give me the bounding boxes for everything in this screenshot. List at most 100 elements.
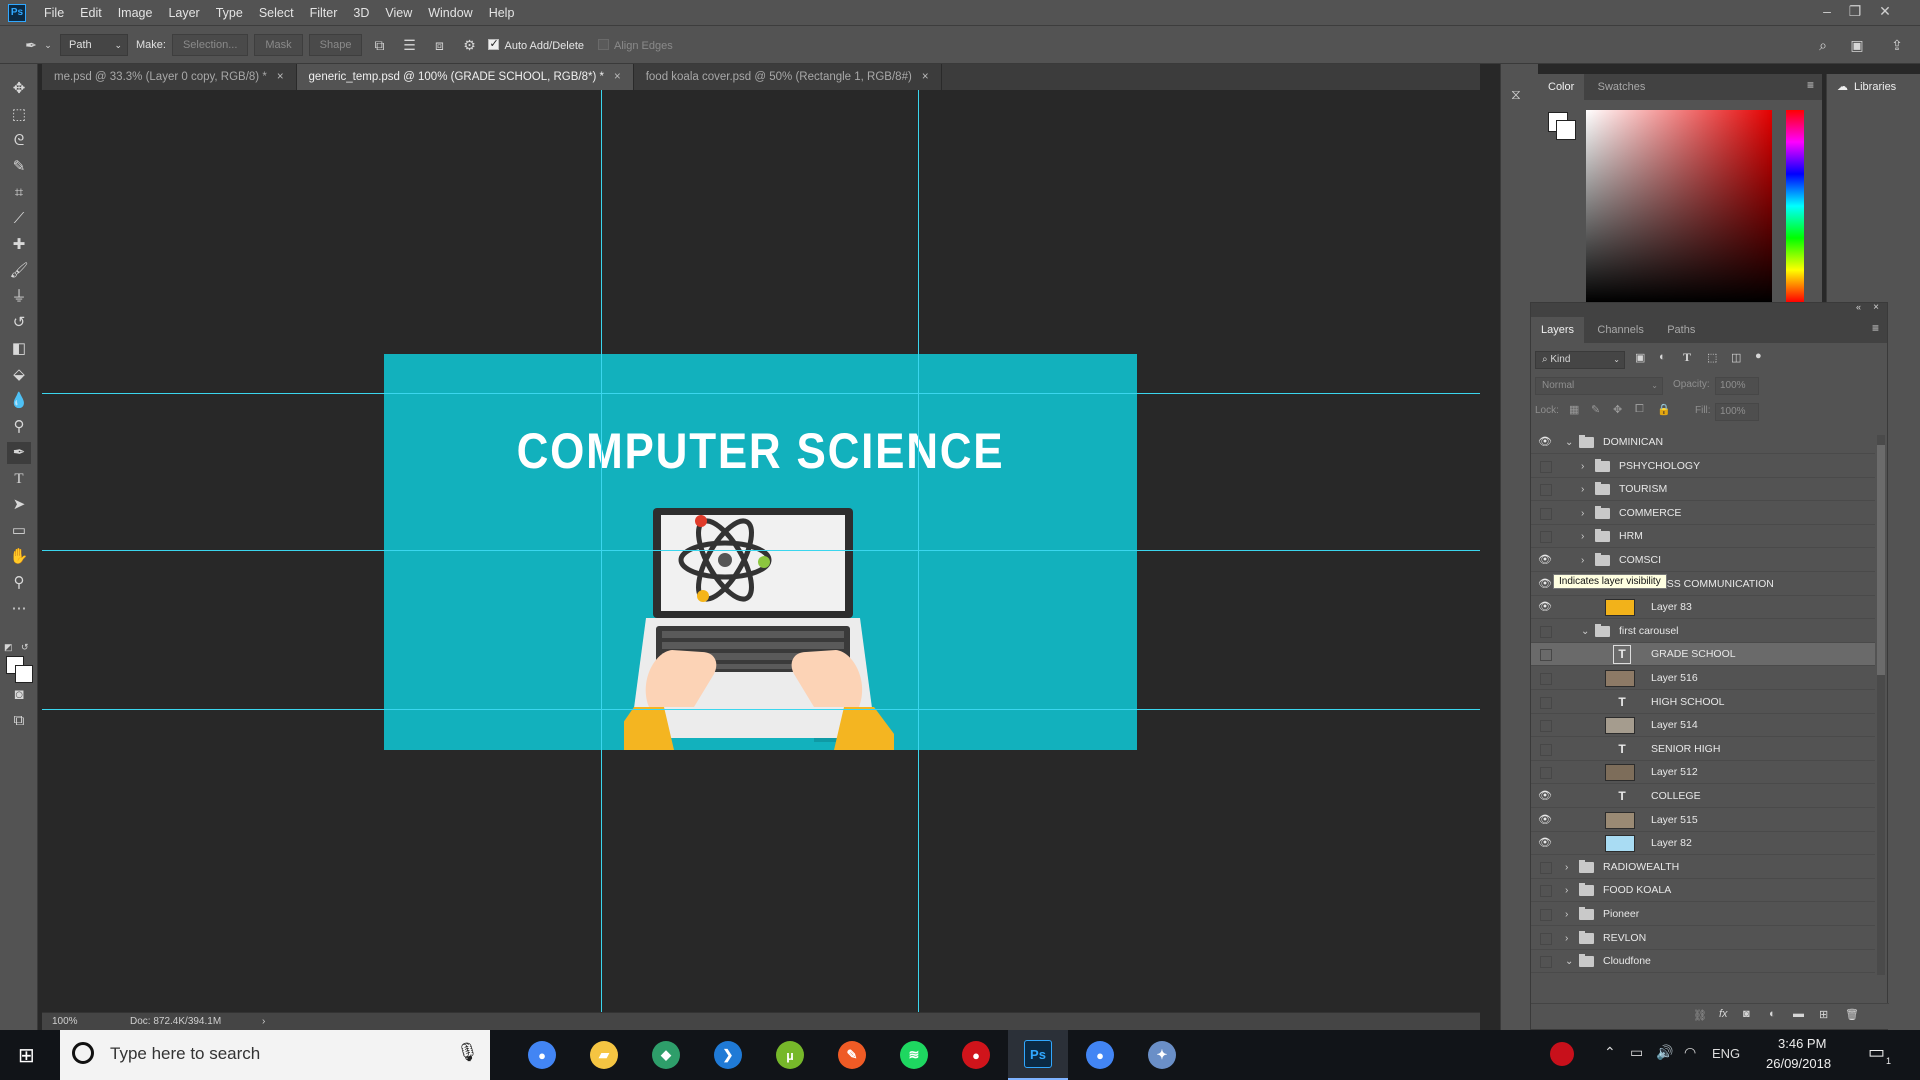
eraser-tool-icon[interactable]: ◧: [7, 338, 31, 360]
new-layer-icon[interactable]: ⊞: [1819, 1008, 1828, 1021]
hue-slider[interactable]: [1786, 110, 1804, 302]
workspace-icon[interactable]: ▣: [1846, 34, 1868, 56]
tab-generic-temp-psd[interactable]: generic_temp.psd @ 100% (GRADE SCHOOL, R…: [296, 64, 634, 90]
chevron-down-icon[interactable]: ⌄: [1565, 950, 1573, 973]
chevron-right-icon[interactable]: ›: [1581, 525, 1584, 548]
filter-type-icon[interactable]: T: [1683, 350, 1691, 365]
taskbar-app-chrome[interactable]: ●: [512, 1030, 572, 1080]
panel-menu-icon[interactable]: ≡: [1807, 78, 1814, 92]
visibility-eye-icon[interactable]: [1537, 879, 1553, 902]
visibility-eye-icon[interactable]: [1537, 761, 1553, 784]
lock-position-icon[interactable]: ✥: [1613, 403, 1622, 416]
tab-me-psd[interactable]: me.psd @ 33.3% (Layer 0 copy, RGB/8) * ×: [42, 64, 297, 90]
visibility-eye-icon[interactable]: [1537, 714, 1553, 737]
path-arrangement-icon[interactable]: ⧈: [428, 34, 450, 56]
chevron-down-icon[interactable]: ⌄: [44, 34, 52, 56]
close-icon[interactable]: ✕: [1872, 0, 1898, 22]
eyedropper-tool-icon[interactable]: ⟋: [7, 208, 31, 230]
layer-row[interactable]: › HRM: [1531, 525, 1875, 549]
chevron-right-icon[interactable]: ›: [1565, 856, 1568, 879]
align-edges-checkbox[interactable]: Align Edges: [598, 38, 673, 52]
close-icon[interactable]: ×: [922, 71, 929, 83]
minimize-icon[interactable]: –: [1814, 0, 1840, 22]
tray-app-icon[interactable]: [1550, 1042, 1574, 1066]
visibility-eye-icon[interactable]: 👁: [1537, 832, 1553, 855]
filter-shape-icon[interactable]: ⬚: [1707, 351, 1717, 364]
horizontal-guide[interactable]: [42, 709, 1480, 710]
taskbar-search-box[interactable]: Type here to search 🎙: [60, 1030, 490, 1080]
rectangle-tool-icon[interactable]: ▭: [7, 520, 31, 542]
auto-add-delete-checkbox[interactable]: Auto Add/Delete: [488, 37, 584, 52]
filter-adjustment-icon[interactable]: ◐: [1659, 351, 1666, 363]
paint-bucket-tool-icon[interactable]: ⬙: [7, 364, 31, 386]
clock-time[interactable]: 3:46 PM: [1778, 1036, 1826, 1051]
layer-row[interactable]: › FOOD KOALA: [1531, 879, 1875, 903]
filter-pixel-icon[interactable]: ▣: [1635, 351, 1645, 364]
path-selection-tool-icon[interactable]: ➤: [7, 494, 31, 516]
menu-layer[interactable]: Layer: [160, 0, 207, 26]
filter-toggle-icon[interactable]: ●: [1755, 350, 1762, 362]
horizontal-guide[interactable]: [42, 550, 1480, 551]
share-icon[interactable]: ⇪: [1886, 34, 1908, 56]
layer-row[interactable]: 👁 › COMSCI: [1531, 549, 1875, 572]
layer-row[interactable]: 👁 Layer 515: [1531, 809, 1875, 832]
healing-brush-tool-icon[interactable]: ✚: [7, 234, 31, 256]
layer-style-fx-icon[interactable]: fx: [1719, 1008, 1728, 1020]
move-tool-icon[interactable]: ✥: [7, 78, 31, 100]
chevron-right-icon[interactable]: ›: [262, 1013, 265, 1030]
add-mask-icon[interactable]: ◙: [1743, 1008, 1750, 1020]
chevron-right-icon[interactable]: ›: [1581, 478, 1584, 501]
layer-row[interactable]: T HIGH SCHOOL: [1531, 691, 1875, 714]
menu-image[interactable]: Image: [110, 0, 161, 26]
chevron-right-icon[interactable]: ›: [1581, 455, 1584, 478]
blur-tool-icon[interactable]: 💧: [7, 390, 31, 412]
visibility-eye-icon[interactable]: 👁: [1537, 573, 1553, 596]
lock-pixels-icon[interactable]: ✎: [1591, 403, 1600, 416]
vertical-guide[interactable]: [918, 90, 919, 1012]
chevron-down-icon[interactable]: ⌄: [1565, 431, 1573, 454]
layer-row[interactable]: T SENIOR HIGH: [1531, 738, 1875, 761]
menu-window[interactable]: Window: [420, 0, 480, 26]
visibility-eye-icon[interactable]: [1537, 950, 1553, 973]
taskbar-app-file-explorer[interactable]: ▰: [574, 1030, 634, 1080]
more-tools-icon[interactable]: ⋯: [7, 598, 31, 620]
taskbar-app-photoshop[interactable]: Ps: [1008, 1030, 1068, 1080]
windows-start-icon[interactable]: ⊞: [18, 1043, 35, 1068]
tool-mode-select[interactable]: Path ⌄: [60, 33, 128, 56]
zoom-level[interactable]: 100%: [52, 1013, 78, 1030]
panel-menu-icon[interactable]: ≡: [1872, 321, 1879, 335]
horizontal-guide[interactable]: [42, 393, 1480, 394]
visibility-eye-icon[interactable]: [1537, 738, 1553, 761]
background-color-swatch[interactable]: [1556, 120, 1576, 140]
pen-tool-icon[interactable]: ✒: [7, 442, 31, 464]
visibility-eye-icon[interactable]: [1537, 903, 1553, 926]
chevron-down-icon[interactable]: ⌄: [1581, 620, 1589, 643]
layer-filter-select[interactable]: ⌕ Kind ⌄: [1535, 351, 1625, 369]
visibility-eye-icon[interactable]: 👁: [1537, 596, 1553, 619]
layer-row[interactable]: ⌄ Cloudfone: [1531, 950, 1875, 974]
tab-swatches[interactable]: Swatches: [1588, 74, 1656, 100]
filter-smart-object-icon[interactable]: ◫: [1731, 351, 1741, 364]
brush-tool-icon[interactable]: 🖌: [7, 260, 31, 282]
visibility-eye-icon[interactable]: [1537, 502, 1553, 525]
visibility-eye-icon[interactable]: 👁: [1537, 549, 1553, 572]
clone-stamp-tool-icon[interactable]: ⏚: [7, 286, 31, 308]
visibility-eye-icon[interactable]: [1537, 927, 1553, 950]
history-brush-tool-icon[interactable]: ↺: [7, 312, 31, 334]
dodge-tool-icon[interactable]: ⚲: [7, 416, 31, 438]
tab-food-koala-cover-psd[interactable]: food koala cover.psd @ 50% (Rectangle 1,…: [633, 64, 942, 90]
quick-selection-tool-icon[interactable]: ✎: [7, 156, 31, 178]
type-tool-icon[interactable]: T: [7, 468, 31, 490]
menu-help[interactable]: Help: [481, 0, 523, 26]
layer-row[interactable]: › REVLON: [1531, 927, 1875, 950]
visibility-eye-icon[interactable]: [1537, 620, 1553, 643]
pen-tool-preset-icon[interactable]: ✒: [20, 34, 42, 56]
delete-layer-icon[interactable]: 🗑: [1845, 1008, 1859, 1021]
layer-row[interactable]: › TOURISM: [1531, 478, 1875, 502]
visibility-eye-icon[interactable]: [1537, 478, 1553, 501]
visibility-eye-icon[interactable]: [1537, 525, 1553, 548]
taskbar-app-postman[interactable]: ✎: [822, 1030, 882, 1080]
layer-row[interactable]: › PSHYCHOLOGY: [1531, 455, 1875, 478]
marquee-tool-icon[interactable]: ⬚: [7, 104, 31, 126]
close-icon[interactable]: ×: [1873, 302, 1879, 313]
